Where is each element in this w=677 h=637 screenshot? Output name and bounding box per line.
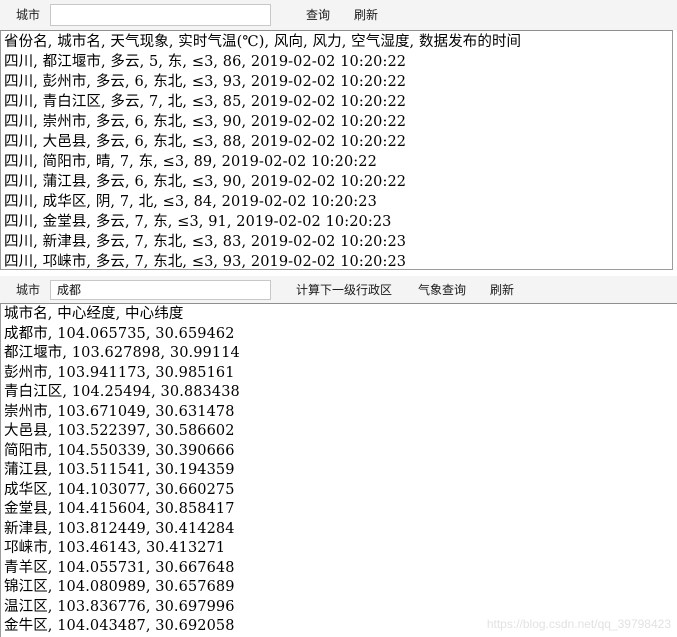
list-item[interactable]: 都江堰市, 103.627898, 30.99114 [3, 344, 677, 364]
district-toolbar: 城市 计算下一级行政区 气象查询 刷新 [0, 276, 677, 303]
list-item[interactable]: 金堂县, 104.415604, 30.858417 [3, 500, 677, 520]
table-row[interactable]: 四川, 都江堰市, 多云, 5, 东, ≤3, 86, 2019-02-02 1… [3, 52, 672, 72]
list-item[interactable]: 成都市, 104.065735, 30.659462 [3, 325, 677, 345]
weather-city-label: 城市 [16, 8, 41, 22]
table-row[interactable]: 四川, 金堂县, 多云, 7, 东, ≤3, 91, 2019-02-02 10… [3, 212, 672, 232]
table-row[interactable]: 四川, 简阳市, 晴, 7, 东, ≤3, 89, 2019-02-02 10:… [3, 152, 672, 172]
district-list-inner: 城市名, 中心经度, 中心纬度 成都市, 104.065735, 30.6594… [1, 304, 677, 637]
weather-refresh-button[interactable]: 刷新 [350, 7, 382, 23]
table-row[interactable]: 四川, 蒲江县, 多云, 6, 东北, ≤3, 90, 2019-02-02 1… [3, 172, 672, 192]
weather-result-list[interactable]: 省份名, 城市名, 天气现象, 实时气温(℃), 风向, 风力, 空气湿度, 数… [0, 30, 673, 270]
district-result-list[interactable]: 城市名, 中心经度, 中心纬度 成都市, 104.065735, 30.6594… [0, 303, 677, 637]
list-item[interactable]: 大邑县, 103.522397, 30.586602 [3, 422, 677, 442]
weather-city-input[interactable] [50, 4, 272, 26]
list-item[interactable]: 蒲江县, 103.511541, 30.194359 [3, 461, 677, 481]
list-item[interactable]: 成华区, 104.103077, 30.660275 [3, 481, 677, 501]
list-item[interactable]: 青白江区, 104.25494, 30.883438 [3, 383, 677, 403]
weather-query-button-2[interactable]: 气象查询 [414, 282, 470, 298]
list-item[interactable]: 青羊区, 104.055731, 30.667648 [3, 559, 677, 579]
table-row[interactable]: 四川, 大邑县, 多云, 6, 东北, ≤3, 88, 2019-02-02 1… [3, 132, 672, 152]
weather-query-button[interactable]: 查询 [302, 7, 334, 23]
application-window: 城市 查询 刷新 省份名, 城市名, 天气现象, 实时气温(℃), 风向, 风力… [0, 0, 677, 637]
list-item[interactable]: 邛崃市, 103.46143, 30.413271 [3, 539, 677, 559]
calculate-subdistricts-button[interactable]: 计算下一级行政区 [292, 282, 396, 298]
list-item[interactable]: 温江区, 103.836776, 30.697996 [3, 598, 677, 618]
csdn-watermark: https://blog.csdn.net/qq_39798423 [486, 617, 671, 631]
table-row[interactable]: 四川, 邛崃市, 多云, 7, 东北, ≤3, 93, 2019-02-02 1… [3, 252, 672, 269]
district-city-input[interactable] [50, 279, 272, 300]
table-row[interactable]: 四川, 成华区, 阴, 7, 北, ≤3, 84, 2019-02-02 10:… [3, 192, 672, 212]
district-city-label: 城市 [16, 282, 41, 297]
weather-list-inner: 省份名, 城市名, 天气现象, 实时气温(℃), 风向, 风力, 空气湿度, 数… [1, 31, 672, 269]
list-item[interactable]: 崇州市, 103.671049, 30.631478 [3, 403, 677, 423]
list-item[interactable]: 简阳市, 104.550339, 30.390666 [3, 442, 677, 462]
table-row[interactable]: 四川, 崇州市, 多云, 6, 东北, ≤3, 90, 2019-02-02 1… [3, 112, 672, 132]
list-item[interactable]: 锦江区, 104.080989, 30.657689 [3, 578, 677, 598]
district-refresh-button[interactable]: 刷新 [486, 282, 518, 298]
table-row[interactable]: 四川, 青白江区, 多云, 7, 北, ≤3, 85, 2019-02-02 1… [3, 92, 672, 112]
table-row[interactable]: 四川, 新津县, 多云, 7, 东北, ≤3, 83, 2019-02-02 1… [3, 232, 672, 252]
list-item[interactable]: 新津县, 103.812449, 30.414284 [3, 520, 677, 540]
table-row[interactable]: 四川, 彭州市, 多云, 6, 东北, ≤3, 93, 2019-02-02 1… [3, 72, 672, 92]
weather-list-header: 省份名, 城市名, 天气现象, 实时气温(℃), 风向, 风力, 空气湿度, 数… [4, 34, 522, 50]
list-item[interactable]: 彭州市, 103.941173, 30.985161 [3, 364, 677, 384]
district-list-header: 城市名, 中心经度, 中心纬度 [4, 306, 184, 322]
weather-toolbar: 城市 查询 刷新 [0, 0, 677, 30]
